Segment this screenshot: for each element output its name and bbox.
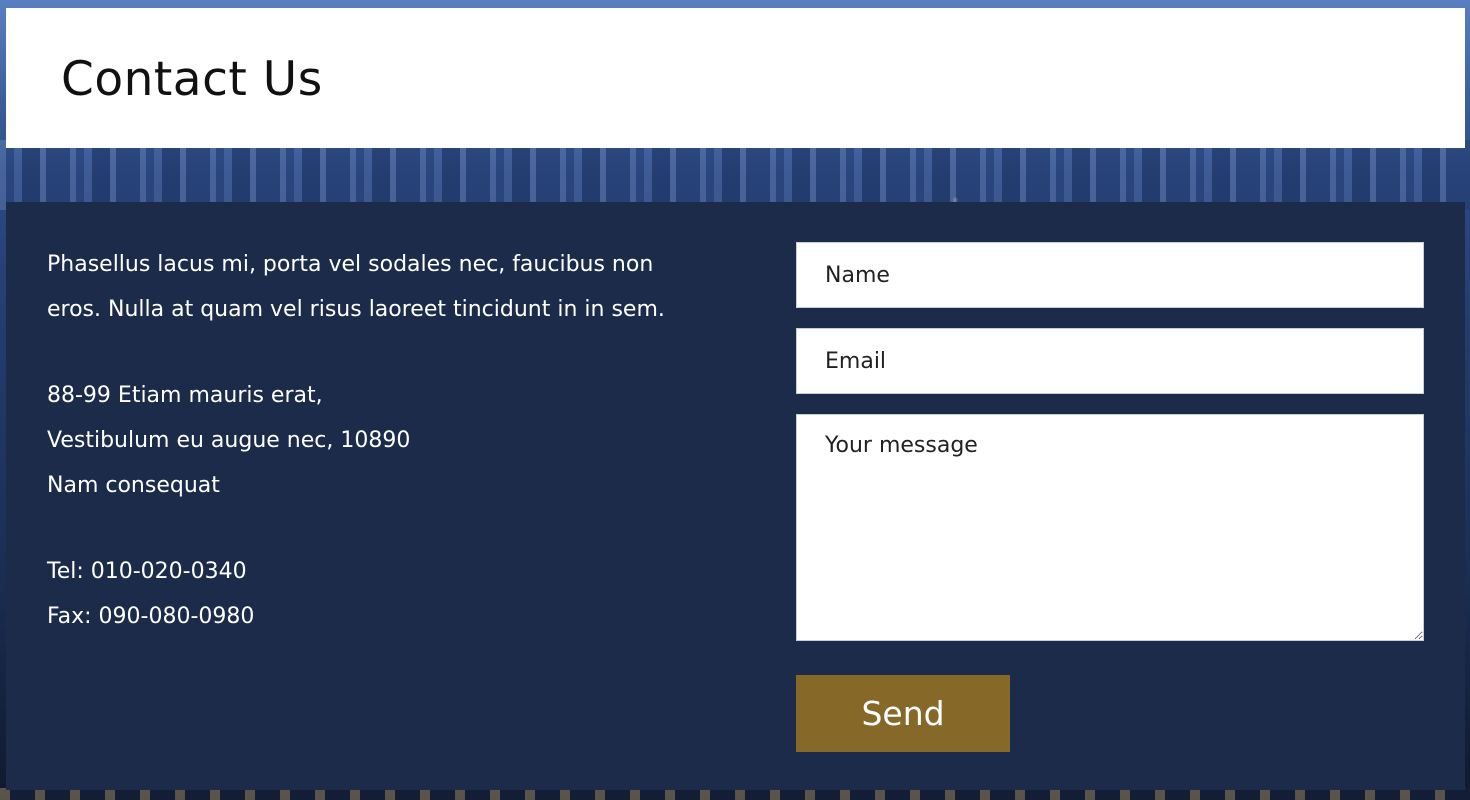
address-line-1: 88-99 Etiam mauris erat, bbox=[47, 383, 323, 408]
message-textarea[interactable] bbox=[796, 414, 1424, 641]
send-button[interactable]: Send bbox=[796, 675, 1010, 752]
address-line-3: Nam consequat bbox=[47, 473, 220, 498]
contact-info: Phasellus lacus mi, porta vel sodales ne… bbox=[47, 242, 687, 639]
address-line-2: Vestibulum eu augue nec, 10890 bbox=[47, 428, 411, 453]
name-input[interactable] bbox=[796, 242, 1424, 308]
email-input[interactable] bbox=[796, 328, 1424, 394]
page-header: Contact Us bbox=[6, 8, 1465, 148]
contact-panel: Phasellus lacus mi, porta vel sodales ne… bbox=[6, 202, 1465, 790]
telephone: Tel: 010-020-0340 bbox=[47, 559, 247, 584]
contact-form: Send bbox=[796, 242, 1424, 752]
contact-description: Phasellus lacus mi, porta vel sodales ne… bbox=[47, 252, 665, 322]
page-title: Contact Us bbox=[61, 52, 323, 107]
fax: Fax: 090-080-0980 bbox=[47, 604, 255, 629]
